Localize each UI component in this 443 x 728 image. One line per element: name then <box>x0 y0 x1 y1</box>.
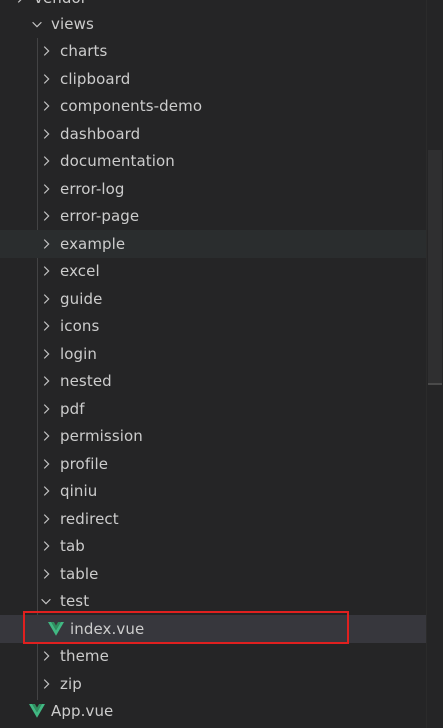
chevron-right-icon <box>38 648 54 664</box>
tree-item-label: zip <box>60 674 82 693</box>
tree-folder-profile[interactable]: profile <box>0 450 426 478</box>
chevron-right-icon <box>38 153 54 169</box>
chevron-right-icon <box>38 126 54 142</box>
chevron-right-icon <box>38 71 54 87</box>
chevron-right-icon <box>38 428 54 444</box>
tree-item-label: theme <box>60 647 109 666</box>
chevron-right-icon <box>38 43 54 59</box>
chevron-right-icon <box>38 98 54 114</box>
tree-item-label: tab <box>60 537 85 556</box>
chevron-right-icon <box>38 538 54 554</box>
tree-folder-charts[interactable]: charts <box>0 38 426 66</box>
tree-item-label: index.vue <box>70 619 145 638</box>
tree-folder-excel[interactable]: excel <box>0 258 426 286</box>
tree-folder-nested[interactable]: nested <box>0 368 426 396</box>
chevron-right-icon <box>38 236 54 252</box>
scrollbar-position-marker <box>428 383 442 385</box>
chevron-right-icon <box>38 566 54 582</box>
chevron-right-icon <box>38 208 54 224</box>
tree-item-label: charts <box>60 42 108 61</box>
file-explorer: vendor views charts clipboard components… <box>0 0 443 728</box>
chevron-right-icon <box>38 483 54 499</box>
tree-folder-dashboard[interactable]: dashboard <box>0 120 426 148</box>
chevron-right-icon <box>38 346 54 362</box>
tree-item-label: example <box>60 234 126 253</box>
tree-item-label: login <box>60 344 98 363</box>
scrollbar-thumb[interactable] <box>428 150 442 385</box>
tree-item-label: table <box>60 564 99 583</box>
tree-folder-error-page[interactable]: error-page <box>0 203 426 231</box>
tree-folder-guide[interactable]: guide <box>0 285 426 313</box>
tree-folder-components-demo[interactable]: components-demo <box>0 93 426 121</box>
chevron-right-icon <box>38 401 54 417</box>
chevron-right-icon <box>38 456 54 472</box>
tree-item-label: error-log <box>60 179 125 198</box>
tree-folder-table[interactable]: table <box>0 560 426 588</box>
tree-item-label: pdf <box>60 399 85 418</box>
tree-item-label: excel <box>60 262 100 281</box>
vue-file-icon <box>48 621 64 637</box>
tree-item-label: dashboard <box>60 124 141 143</box>
tree-item-label: test <box>60 592 90 611</box>
chevron-right-icon <box>38 291 54 307</box>
tree-item-label: error-page <box>60 207 140 226</box>
tree-folder-qiniu[interactable]: qiniu <box>0 478 426 506</box>
tree-item-label: nested <box>60 372 112 391</box>
chevron-right-icon <box>38 318 54 334</box>
tree-item-label: views <box>51 14 94 33</box>
chevron-down-icon <box>29 16 45 32</box>
tree-item-label: components-demo <box>60 97 203 116</box>
tree-folder-clipboard[interactable]: clipboard <box>0 65 426 93</box>
tree-item-label: documentation <box>60 152 175 171</box>
tree-folder-zip[interactable]: zip <box>0 670 426 698</box>
tree-file-app-vue[interactable]: App.vue <box>0 698 426 726</box>
tree-folder-example[interactable]: example <box>0 230 426 258</box>
chevron-right-icon <box>12 0 28 6</box>
tree-folder-views[interactable]: views <box>0 10 426 38</box>
chevron-right-icon <box>38 373 54 389</box>
tree-item-label: vendor <box>34 0 87 7</box>
chevron-right-icon <box>38 181 54 197</box>
tree-item-label: permission <box>60 427 143 446</box>
tree-item-label: App.vue <box>51 702 114 721</box>
tree-file-index-vue[interactable]: index.vue <box>0 615 426 643</box>
chevron-right-icon <box>38 676 54 692</box>
tree-item-label: clipboard <box>60 69 131 88</box>
chevron-right-icon <box>38 511 54 527</box>
tree-folder-login[interactable]: login <box>0 340 426 368</box>
tree-folder-redirect[interactable]: redirect <box>0 505 426 533</box>
tree-folder-pdf[interactable]: pdf <box>0 395 426 423</box>
tree-item-label: profile <box>60 454 109 473</box>
tree-folder-theme[interactable]: theme <box>0 643 426 671</box>
tree-folder-test[interactable]: test <box>0 588 426 616</box>
tree-folder-tab[interactable]: tab <box>0 533 426 561</box>
tree-folder-documentation[interactable]: documentation <box>0 148 426 176</box>
chevron-right-icon <box>38 263 54 279</box>
tree-folder-permission[interactable]: permission <box>0 423 426 451</box>
tree-item-label: icons <box>60 317 100 336</box>
tree-item-label: guide <box>60 289 103 308</box>
tree-item-label: qiniu <box>60 482 98 501</box>
tree-folder-icons[interactable]: icons <box>0 313 426 341</box>
chevron-down-icon <box>38 593 54 609</box>
vue-file-icon <box>29 703 45 719</box>
tree-folder-error-log[interactable]: error-log <box>0 175 426 203</box>
tree-item-label: redirect <box>60 509 119 528</box>
